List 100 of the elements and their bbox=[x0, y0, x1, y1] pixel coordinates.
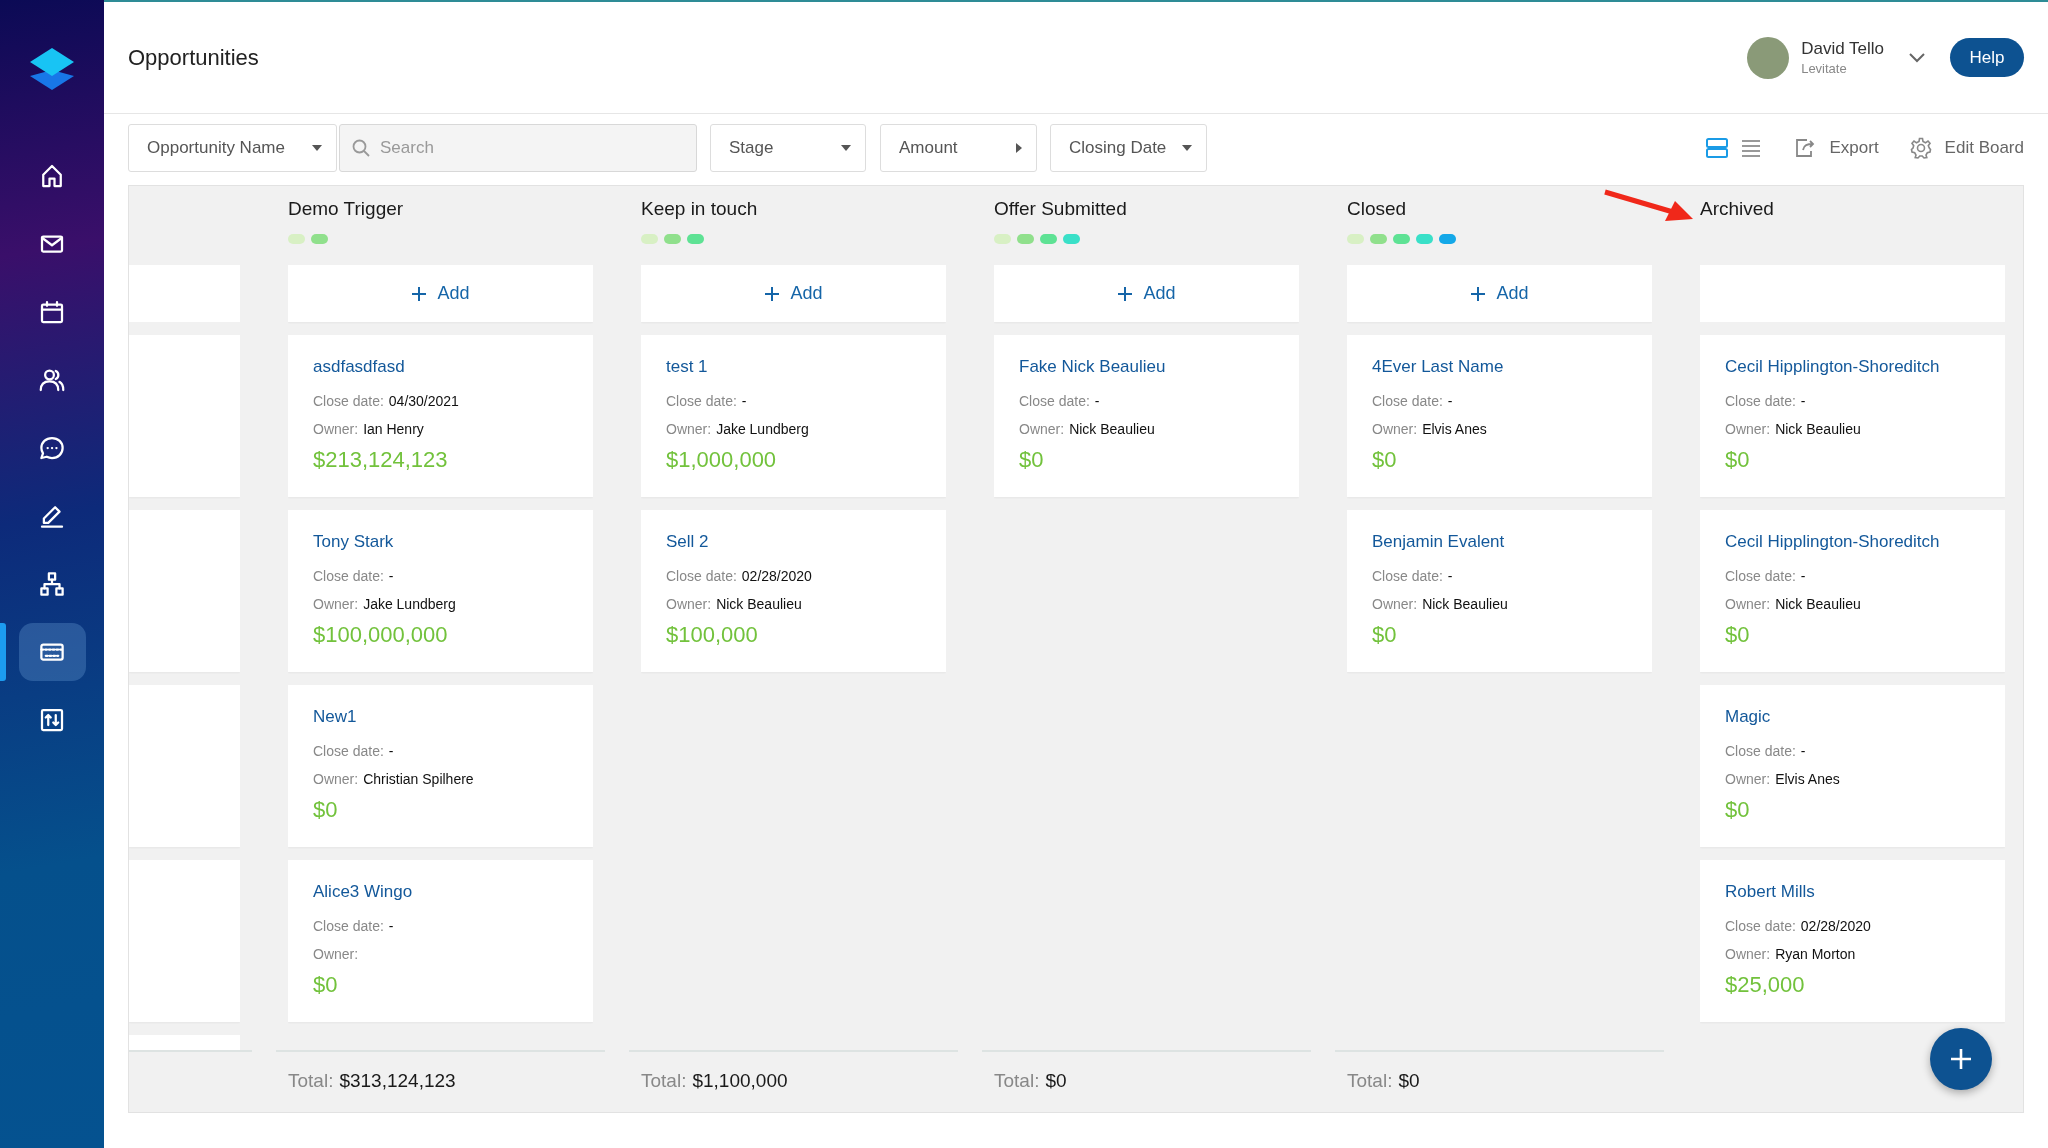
amount: $0 bbox=[1725, 796, 1751, 824]
owner-label: Owner: bbox=[1372, 595, 1418, 614]
opportunity-card[interactable]: Fake Nick Beaulieu Close date: - Owner: Nick Beaulieu $0 bbox=[994, 335, 1299, 497]
total-label: Total: bbox=[1347, 1069, 1393, 1093]
amount: $0 bbox=[1372, 621, 1398, 649]
total-amount: $0 bbox=[1045, 1069, 1067, 1093]
owner-label: Owner: bbox=[666, 420, 712, 439]
close-date-label: Close date: bbox=[1725, 567, 1796, 586]
amount: $0 bbox=[313, 971, 339, 999]
owner-label: Owner: bbox=[1372, 420, 1418, 439]
avatar[interactable] bbox=[1747, 36, 1790, 79]
opportunity-name[interactable]: Sell 2 bbox=[666, 530, 921, 554]
add-button[interactable]: Add bbox=[994, 265, 1299, 322]
opportunity-card[interactable]: test 1 Close date: - Owner: Jake Lundberg $1,000,000 bbox=[641, 335, 946, 497]
opportunity-card[interactable]: Cecil Hipplington-Shoreditch Close date: - Owner: Nick Beaulieu $0 bbox=[1700, 335, 2005, 497]
opportunity-name[interactable]: Robert Mills bbox=[1725, 880, 1980, 904]
close-date-label: Close date: bbox=[1372, 392, 1443, 411]
board-view-icon bbox=[1705, 136, 1730, 160]
close-date-label: Close date: bbox=[313, 742, 384, 761]
search-field[interactable]: Search bbox=[339, 124, 697, 172]
close-date-label: Close date: bbox=[1372, 567, 1443, 586]
close-date-label: Close date: bbox=[666, 567, 737, 586]
opportunity-card[interactable]: Alice3 Wingo Close date: - Owner: $0 bbox=[288, 860, 593, 1022]
total-label: Total: bbox=[288, 1069, 334, 1093]
owner-name: Jake Lundberg bbox=[363, 595, 456, 614]
owner-label: Owner: bbox=[313, 595, 359, 614]
opportunity-name[interactable]: Tony Stark bbox=[313, 530, 568, 554]
owner-name: Ryan Morton bbox=[1775, 945, 1856, 964]
opportunity-name[interactable]: asdfasdfasd bbox=[313, 355, 568, 379]
owner-label: Owner: bbox=[1725, 595, 1771, 614]
total-amount: $0 bbox=[1398, 1069, 1420, 1093]
owner-label: Owner: bbox=[1725, 420, 1771, 439]
opportunity-name[interactable]: Magic bbox=[1725, 705, 1980, 729]
amount: $0 bbox=[1019, 446, 1045, 474]
hierarchy-icon bbox=[37, 569, 67, 599]
help-button[interactable]: Help bbox=[1950, 38, 2024, 77]
caret-down-icon bbox=[1182, 145, 1192, 151]
add-button[interactable]: Add bbox=[641, 265, 946, 322]
opportunity-name[interactable]: New1 bbox=[313, 705, 568, 729]
plus-icon bbox=[1949, 1047, 1973, 1071]
board-view-button[interactable] bbox=[1705, 136, 1730, 160]
user-name: David Tello bbox=[1801, 39, 1884, 59]
add-fab-button[interactable] bbox=[1930, 1028, 1992, 1090]
opportunity-card[interactable]: asdfasdfasd Close date: 04/30/2021 Owner: Ian Henry $213,124,123 bbox=[288, 335, 593, 497]
plus-icon bbox=[764, 285, 781, 302]
filter-dropdown[interactable]: Stage bbox=[710, 124, 866, 172]
caret-down-icon bbox=[312, 145, 322, 151]
opportunity-card[interactable]: Cecil Hipplington-Shoreditch Close date: - Owner: Nick Beaulieu $0 bbox=[1700, 510, 2005, 672]
total-label: Total: bbox=[994, 1069, 1040, 1093]
owner-label: Owner: bbox=[313, 420, 359, 439]
close-date-value: 02/28/2020 bbox=[1800, 917, 1871, 936]
opportunity-card[interactable]: Tony Stark Close date: - Owner: Jake Lundberg $100,000,000 bbox=[288, 510, 593, 672]
filter-dropdown[interactable]: Amount bbox=[880, 124, 1037, 172]
owner-name: Christian Spilhere bbox=[363, 770, 474, 789]
close-date-value: - bbox=[388, 567, 394, 586]
filter-dropdown[interactable]: Closing Date bbox=[1050, 124, 1207, 172]
close-date-value: - bbox=[388, 917, 394, 936]
owner-label: Owner: bbox=[313, 770, 359, 789]
opportunity-name[interactable]: Alice3 Wingo bbox=[313, 880, 568, 904]
amount: $0 bbox=[1725, 446, 1751, 474]
opportunity-card[interactable]: Sell 2 Close date: 02/28/2020 Owner: Nick Beaulieu $100,000 bbox=[641, 510, 946, 672]
column-title: Keep in touch bbox=[641, 197, 759, 221]
opportunity-name[interactable]: Cecil Hipplington-Shoreditch bbox=[1725, 530, 1980, 554]
total-label: Total: bbox=[641, 1069, 687, 1093]
chevron-down-icon[interactable] bbox=[1908, 51, 1926, 64]
owner-label: Owner: bbox=[1725, 770, 1771, 789]
opportunity-name[interactable]: 4Ever Last Name bbox=[1372, 355, 1627, 379]
opportunity-name[interactable]: Fake Nick Beaulieu bbox=[1019, 355, 1274, 379]
filter-dropdown[interactable]: Opportunity Name bbox=[128, 124, 337, 172]
opportunity-card[interactable]: Benjamin Evalent Close date: - Owner: Nick Beaulieu $0 bbox=[1347, 510, 1652, 672]
amount: $100,000 bbox=[666, 621, 759, 649]
add-button[interactable]: Add bbox=[288, 265, 593, 322]
owner-name: Nick Beaulieu bbox=[1775, 420, 1861, 439]
sidebar-item[interactable] bbox=[18, 623, 86, 681]
add-button[interactable]: Add bbox=[1347, 265, 1652, 322]
export-button[interactable]: Export bbox=[1793, 136, 1879, 160]
active-indicator bbox=[0, 623, 6, 681]
opportunity-card[interactable]: Magic Close date: - Owner: Elvis Anes $0 bbox=[1700, 685, 2005, 847]
opportunity-card[interactable]: Robert Mills Close date: 02/28/2020 Owner: Ryan Morton $25,000 bbox=[1700, 860, 2005, 1022]
close-date-value: - bbox=[1800, 742, 1806, 761]
close-date-value: - bbox=[1800, 567, 1806, 586]
plus-icon bbox=[1117, 285, 1134, 302]
owner-name: Ian Henry bbox=[363, 420, 424, 439]
close-date-label: Close date: bbox=[313, 917, 384, 936]
column-title: Offer Submitted bbox=[994, 197, 1128, 221]
close-date-label: Close date: bbox=[1725, 742, 1796, 761]
close-date-label: Close date: bbox=[313, 567, 384, 586]
opportunity-name[interactable]: Benjamin Evalent bbox=[1372, 530, 1627, 554]
opportunity-card[interactable]: New1 Close date: - Owner: Christian Spilhere $0 bbox=[288, 685, 593, 847]
opportunity-name[interactable]: test 1 bbox=[666, 355, 921, 379]
user-company: Levitate bbox=[1801, 61, 1848, 76]
opportunity-name[interactable]: Cecil Hipplington-Shoreditch bbox=[1725, 355, 1980, 379]
opportunity-card[interactable]: 4Ever Last Name Close date: - Owner: Elvis Anes $0 bbox=[1347, 335, 1652, 497]
owner-name: Jake Lundberg bbox=[716, 420, 809, 439]
edit-board-button[interactable]: Edit Board bbox=[1908, 136, 2024, 160]
owner-name: Elvis Anes bbox=[1422, 420, 1487, 439]
close-date-value: - bbox=[388, 742, 394, 761]
plus-icon bbox=[411, 285, 428, 302]
column-title: Closed bbox=[1347, 197, 1408, 221]
close-date-value: - bbox=[1447, 392, 1453, 411]
